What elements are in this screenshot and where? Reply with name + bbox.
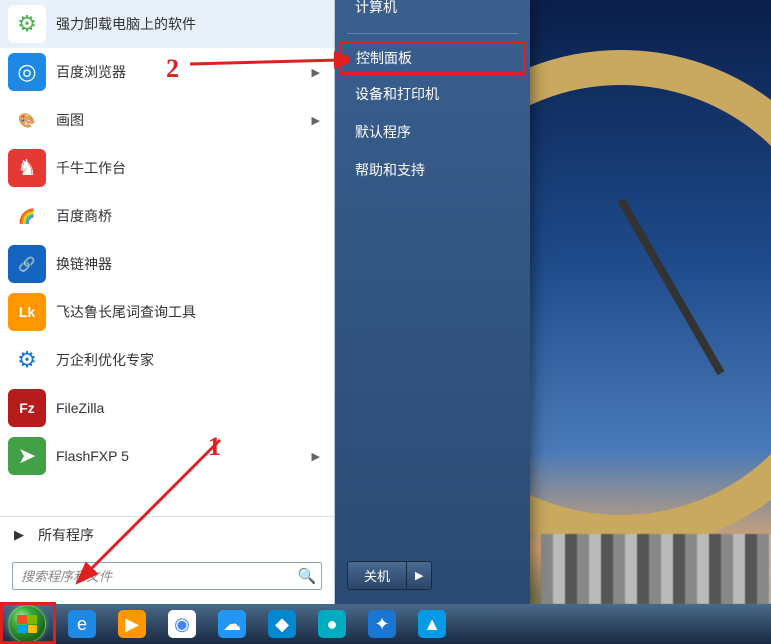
program-label: FileZilla — [56, 400, 326, 416]
shutdown-options-button[interactable]: ▶ — [407, 565, 431, 586]
taskbar-item-app2[interactable]: ◆ — [258, 606, 306, 642]
program-label: 换链神器 — [56, 254, 326, 274]
app2-icon: ◆ — [268, 610, 296, 638]
program-icon: ➤ — [8, 437, 46, 475]
program-item-3[interactable]: ♞ 千牛工作台 — [0, 144, 334, 192]
program-item-5[interactable]: 🔗 换链神器 — [0, 240, 334, 288]
taskbar-item-app3[interactable]: ● — [308, 606, 356, 642]
app1-icon: ☁ — [218, 610, 246, 638]
start-menu-right-panel: 计算机控制面板设备和打印机默认程序帮助和支持关机▶ — [335, 0, 530, 604]
program-label: 飞达鲁长尾词查询工具 — [56, 302, 326, 322]
right-menu-计算机[interactable]: 计算机 — [341, 0, 524, 24]
program-label: 画图 — [56, 110, 312, 130]
program-label: 百度浏览器 — [56, 62, 312, 82]
program-label: 百度商桥 — [56, 206, 326, 226]
program-icon: ⚙ — [8, 5, 46, 43]
annotation-number-2: 2 — [166, 54, 179, 84]
ie-icon: e — [68, 610, 96, 638]
shutdown-button-group: 关机▶ — [347, 561, 432, 590]
taskbar-item-app4[interactable]: ✦ — [358, 606, 406, 642]
censored-area — [541, 534, 771, 604]
annotation-box-start — [0, 602, 56, 644]
chrome-icon: ◉ — [168, 610, 196, 638]
program-icon: ⚙ — [8, 341, 46, 379]
program-icon: ♞ — [8, 149, 46, 187]
program-icon: 🎨 — [8, 101, 46, 139]
all-programs-button[interactable]: ▶ 所有程序 — [0, 516, 334, 552]
all-programs-label: 所有程序 — [38, 525, 94, 545]
search-area: 🔍 — [0, 552, 334, 604]
program-icon: 🌈 — [8, 197, 46, 235]
app4-icon: ✦ — [368, 610, 396, 638]
start-menu-left-panel: ⚙强力卸载电脑上的软件◎百度浏览器▶🎨画图▶♞千牛工作台🌈百度商桥🔗换链神器Lk… — [0, 0, 335, 604]
program-icon: Lk — [8, 293, 46, 331]
chevron-right-icon: ▶ — [312, 450, 320, 463]
program-icon: ◎ — [8, 53, 46, 91]
start-menu: ⚙强力卸载电脑上的软件◎百度浏览器▶🎨画图▶♞千牛工作台🌈百度商桥🔗换链神器Lk… — [0, 0, 530, 604]
taskbar-item-chrome[interactable]: ◉ — [158, 606, 206, 642]
app5-icon: ▲ — [418, 610, 446, 638]
separator — [347, 33, 518, 34]
search-box: 🔍 — [12, 562, 322, 590]
program-item-8[interactable]: Fz FileZilla — [0, 384, 334, 432]
program-label: FlashFXP 5 — [56, 448, 312, 464]
program-item-7[interactable]: ⚙ 万企利优化专家 — [0, 336, 334, 384]
program-icon: 🔗 — [8, 245, 46, 283]
chevron-right-icon: ▶ — [312, 66, 320, 79]
shutdown-button[interactable]: 关机 — [348, 562, 407, 589]
program-label: 千牛工作台 — [56, 158, 326, 178]
annotation-number-1: 1 — [208, 432, 221, 462]
right-menu-控制面板[interactable]: 控制面板 — [339, 41, 526, 75]
right-menu-设备和打印机[interactable]: 设备和打印机 — [341, 77, 524, 111]
chevron-right-icon: ▶ — [312, 114, 320, 127]
program-item-2[interactable]: 🎨 画图▶ — [0, 96, 334, 144]
taskbar-item-app5[interactable]: ▲ — [408, 606, 456, 642]
app3-icon: ● — [318, 610, 346, 638]
wmp-icon: ▶ — [118, 610, 146, 638]
right-menu-默认程序[interactable]: 默认程序 — [341, 115, 524, 149]
search-input[interactable] — [13, 569, 293, 584]
program-item-9[interactable]: ➤ FlashFXP 5▶ — [0, 432, 334, 480]
taskbar-item-wmp[interactable]: ▶ — [108, 606, 156, 642]
program-label: 万企利优化专家 — [56, 350, 326, 370]
program-item-6[interactable]: Lk 飞达鲁长尾词查询工具 — [0, 288, 334, 336]
program-icon: Fz — [8, 389, 46, 427]
taskbar-items: e ▶ ◉ ☁ ◆ ● ✦ ▲ — [54, 604, 456, 644]
taskbar-item-app1[interactable]: ☁ — [208, 606, 256, 642]
shutdown-area: 关机▶ — [335, 551, 530, 604]
taskbar: e ▶ ◉ ☁ ◆ ● ✦ ▲ — [0, 604, 771, 644]
taskbar-item-ie[interactable]: e — [58, 606, 106, 642]
right-menu-帮助和支持[interactable]: 帮助和支持 — [341, 153, 524, 187]
program-item-0[interactable]: ⚙ 强力卸载电脑上的软件 — [0, 0, 334, 48]
search-icon: 🔍 — [298, 567, 317, 585]
search-button[interactable]: 🔍 — [293, 563, 321, 589]
triangle-right-icon: ▶ — [14, 527, 24, 543]
program-label: 强力卸载电脑上的软件 — [56, 14, 326, 34]
program-item-4[interactable]: 🌈 百度商桥 — [0, 192, 334, 240]
